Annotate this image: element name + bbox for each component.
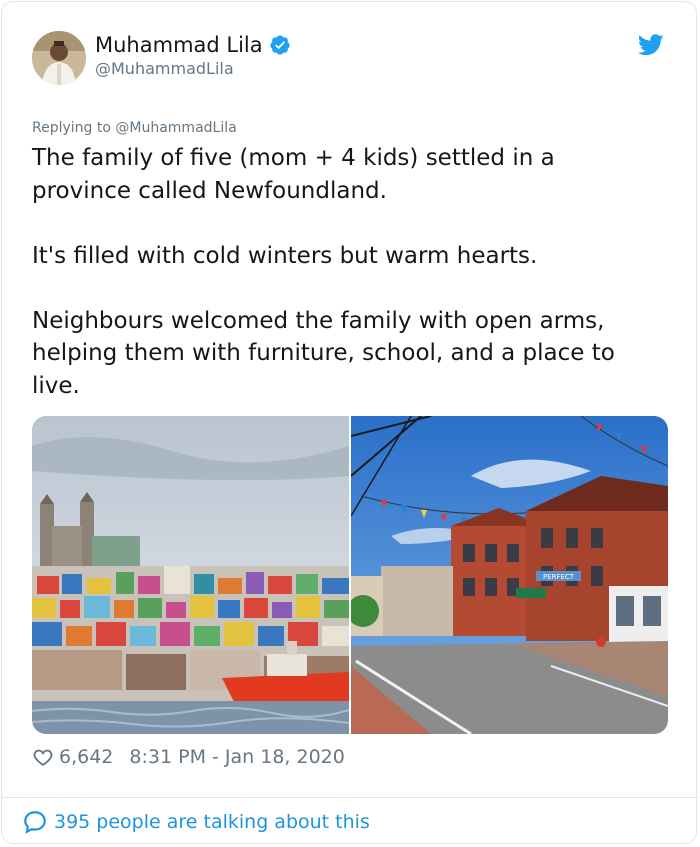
conversation-text[interactable]: 395 people are talking about this [54, 811, 370, 833]
conversation-link[interactable]: 395 people are talking about this [22, 809, 370, 835]
tweet-media[interactable]: PERFECT [32, 416, 668, 734]
display-name[interactable]: Muhammad Lila [95, 33, 263, 57]
tweet-header: Muhammad Lila @MuhammadLila [32, 31, 672, 91]
tweet-meta: 6,642 8:31 PM - Jan 18, 2020 [32, 746, 345, 768]
divider [1, 797, 699, 798]
tweet-text: The family of five (mom + 4 kids) settle… [32, 145, 615, 399]
twitter-bird-icon[interactable] [638, 34, 664, 56]
user-handle[interactable]: @MuhammadLila [95, 59, 234, 78]
timestamp[interactable]: 8:31 PM - Jan 18, 2020 [129, 746, 344, 768]
reply-handle-link[interactable]: @MuhammadLila [115, 120, 236, 136]
street-photo[interactable]: PERFECT [351, 416, 668, 734]
verified-badge-icon [270, 35, 290, 55]
harbour-town-photo[interactable] [32, 416, 349, 734]
shop-sign: PERFECT [543, 573, 575, 581]
reply-context: Replying to @MuhammadLila [32, 120, 237, 136]
speech-bubble-icon [24, 811, 46, 834]
heart-icon[interactable] [32, 746, 54, 768]
avatar[interactable] [32, 31, 86, 85]
like-count[interactable]: 6,642 [59, 746, 113, 768]
reply-prefix: Replying to [32, 120, 116, 136]
name-row: Muhammad Lila [95, 33, 291, 57]
